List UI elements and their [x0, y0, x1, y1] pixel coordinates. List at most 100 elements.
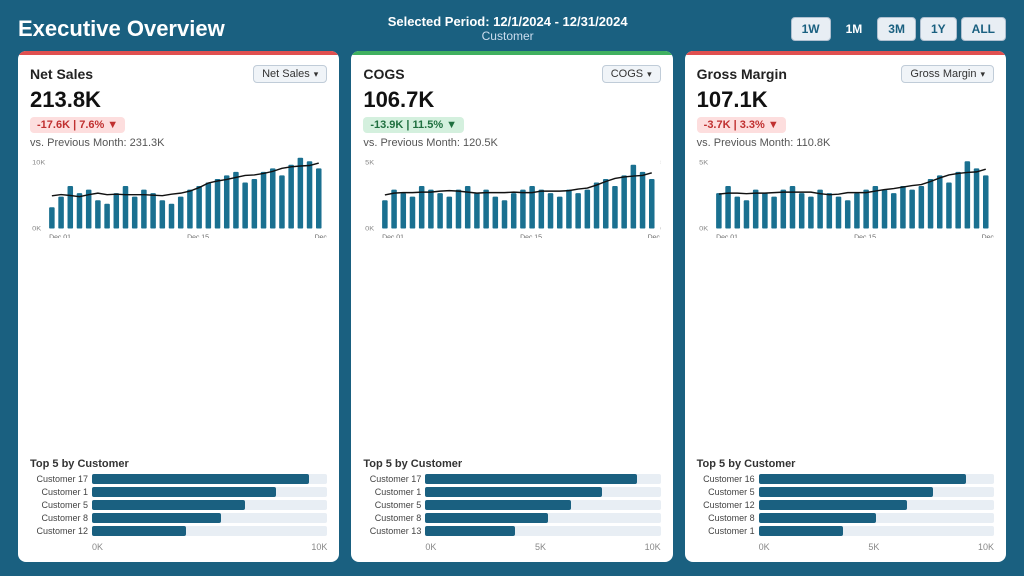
gross-margin-border — [685, 51, 1006, 55]
svg-text:5K: 5K — [365, 160, 374, 167]
net-sales-bar-fill-1 — [92, 487, 276, 497]
gross-margin-header: Gross Margin Gross Margin▾ — [697, 65, 994, 83]
gross-margin-chart: 5K0KDec 01Dec 15Dec 295K0K — [697, 153, 994, 450]
cogs-bar-track-4 — [425, 526, 660, 536]
gross-margin-bar-fill-0 — [759, 474, 966, 484]
chevron-down-icon: ▾ — [647, 69, 652, 80]
svg-text:10K: 10K — [32, 160, 46, 167]
svg-text:Dec 15: Dec 15 — [854, 234, 876, 238]
list-item: Customer 1 — [30, 487, 327, 497]
gross-margin-value: 107.1K — [697, 87, 994, 113]
cogs-axis-labels: 0K5K10K — [363, 542, 660, 552]
net-sales-chart: 10K0KDec 01Dec 15Dec 2910K0K — [30, 153, 327, 450]
cogs-header: COGS COGS ▾ — [363, 65, 660, 83]
net-sales-header: Net SalesNet Sales▾ — [30, 65, 327, 83]
list-item: Customer 5 — [697, 487, 994, 497]
net-sales-horiz-bars: Customer 17 Customer 1 Customer 5 Customer … — [30, 474, 327, 536]
list-item: Customer 8 — [30, 513, 327, 523]
chevron-down-icon: ▾ — [980, 69, 985, 80]
arrow-icon: ▼ — [768, 119, 779, 131]
cogs-chart-svg: 5K0KDec 01Dec 15Dec 295K0K — [363, 153, 660, 238]
svg-text:5K: 5K — [699, 160, 708, 167]
gross-margin-bar-track-4 — [759, 526, 994, 536]
cogs-bar-fill-1 — [425, 487, 601, 497]
cogs-bar-label-2: Customer 5 — [363, 500, 421, 510]
time-btn-1m[interactable]: 1M — [835, 17, 874, 41]
list-item: Customer 1 — [363, 487, 660, 497]
list-item: Customer 1 — [697, 526, 994, 536]
axis-label: 0K — [759, 542, 770, 552]
list-item: Customer 5 — [30, 500, 327, 510]
net-sales-bar-track-0 — [92, 474, 327, 484]
period-text: Selected Period: 12/1/2024 - 12/31/2024 — [388, 14, 628, 29]
cogs-bar-track-3 — [425, 513, 660, 523]
gross-margin-bar-track-1 — [759, 487, 994, 497]
list-item: Customer 5 — [363, 500, 660, 510]
svg-text:Dec 01: Dec 01 — [716, 234, 738, 238]
net-sales-bar-track-2 — [92, 500, 327, 510]
net-sales-bar-label-4: Customer 12 — [30, 526, 88, 536]
cogs-dropdown[interactable]: COGS ▾ — [602, 65, 661, 83]
gross-margin-title: Gross Margin — [697, 66, 787, 82]
gross-margin-bar-track-2 — [759, 500, 994, 510]
gross-margin-prev-month: vs. Previous Month: 110.8K — [697, 137, 994, 149]
gross-margin-axis-labels: 0K 5K 10K — [697, 542, 994, 552]
chevron-down-icon: ▾ — [314, 69, 319, 80]
net-sales-bar-track-1 — [92, 487, 327, 497]
svg-text:Dec 15: Dec 15 — [187, 234, 209, 238]
axis-label: 10K — [311, 542, 327, 552]
axis-label: 0K — [425, 542, 436, 552]
gross-margin-bar-label-3: Customer 8 — [697, 513, 755, 523]
gross-margin-bar-track-0 — [759, 474, 994, 484]
cogs-badge-row: -13.9K | 11.5% ▼ — [363, 117, 660, 133]
time-btn-all[interactable]: ALL — [961, 17, 1006, 41]
cogs-bar-fill-0 — [425, 474, 637, 484]
gross-margin-dropdown[interactable]: Gross Margin▾ — [901, 65, 994, 83]
axis-label: 10K — [645, 542, 661, 552]
list-item: Customer 17 — [30, 474, 327, 484]
cogs-bar-fill-3 — [425, 513, 547, 523]
time-btn-1y[interactable]: 1Y — [920, 17, 957, 41]
card-cogs: COGSCOGS▾106.7K-13.9K | 11.5% ▼vs. Previ… — [351, 51, 672, 562]
net-sales-axis-labels: 0K10K — [30, 542, 327, 552]
net-sales-badge: -17.6K | 7.6% ▼ — [30, 117, 125, 133]
gross-margin-bar-label-0: Customer 16 — [697, 474, 755, 484]
net-sales-bar-fill-2 — [92, 500, 245, 510]
cogs-horiz-bars: Customer 17Customer 1Customer 5Customer … — [363, 474, 660, 536]
net-sales-dropdown[interactable]: Net Sales▾ — [253, 65, 327, 83]
gross-margin-bar-label-1: Customer 5 — [697, 487, 755, 497]
net-sales-bar-label-0: Customer 17 — [30, 474, 88, 484]
cogs-value: 106.7K — [363, 87, 660, 113]
svg-text:0K: 0K — [699, 226, 708, 233]
net-sales-bar-fill-3 — [92, 513, 221, 523]
gross-margin-bar-fill-2 — [759, 500, 907, 510]
net-sales-chart-svg: 10K0KDec 01Dec 15Dec 2910K0K — [30, 153, 327, 238]
svg-text:Dec 29: Dec 29 — [315, 234, 328, 238]
time-btn-3m[interactable]: 3M — [877, 17, 916, 41]
cogs-dropdown-label: COGS — [611, 68, 643, 80]
cogs-bar-label-1: Customer 1 — [363, 487, 421, 497]
net-sales-prev-month: vs. Previous Month: 231.3K — [30, 137, 327, 149]
cards-row: Net SalesNet Sales▾213.8K-17.6K | 7.6% ▼… — [18, 51, 1006, 562]
axis-label: 5K — [868, 542, 879, 552]
cogs-bar-track-0 — [425, 474, 660, 484]
cogs-title: COGS — [363, 66, 404, 82]
svg-text:Dec 29: Dec 29 — [981, 234, 994, 238]
net-sales-bar-track-3 — [92, 513, 327, 523]
period-info: Selected Period: 12/1/2024 - 12/31/2024 … — [388, 14, 628, 43]
cogs-bar-label-3: Customer 8 — [363, 513, 421, 523]
cogs-bar-fill-2 — [425, 500, 571, 510]
net-sales-bar-label-3: Customer 8 — [30, 513, 88, 523]
svg-text:Dec 15: Dec 15 — [520, 234, 542, 238]
list-item: Customer 12 — [30, 526, 327, 536]
list-item: Customer 12 — [697, 500, 994, 510]
gross-margin-chart-svg: 5K0KDec 01Dec 15Dec 295K0K — [697, 153, 994, 238]
arrow-icon: ▼ — [446, 119, 457, 131]
axis-label: 10K — [978, 542, 994, 552]
cogs-bar-track-2 — [425, 500, 660, 510]
time-btn-1w[interactable]: 1W — [791, 17, 831, 41]
cogs-chart: 5K0KDec 01Dec 15Dec 295K0K — [363, 153, 660, 450]
list-item: Customer 8 — [363, 513, 660, 523]
gross-margin-bar-label-2: Customer 12 — [697, 500, 755, 510]
svg-text:Dec 29: Dec 29 — [648, 234, 661, 238]
